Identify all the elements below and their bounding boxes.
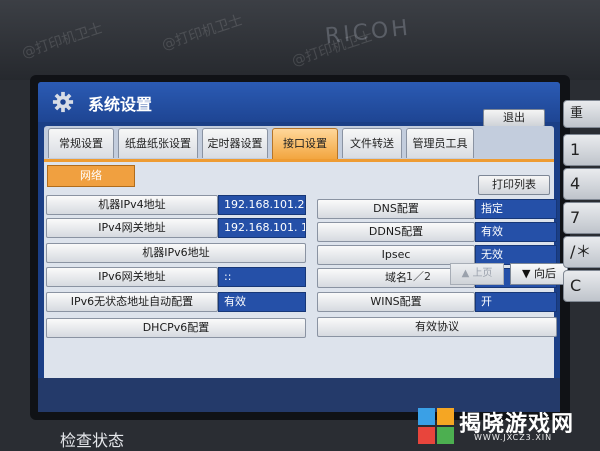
tab-general-settings[interactable]: 常规设置	[48, 128, 114, 158]
print-list-button[interactable]: 打印列表	[478, 175, 550, 195]
touch-screen: 系统设置 退出 常规设置 纸盘纸张设置 定时器设置 接口设置 文件转送 管理员工…	[38, 82, 560, 412]
key-slash-star[interactable]: /＊	[563, 236, 600, 268]
ipv6-address-button[interactable]: 机器IPv6地址	[46, 243, 306, 263]
key-4[interactable]: 4	[563, 168, 600, 200]
next-page-button[interactable]: ▼ 向后	[510, 263, 568, 285]
triangle-up-icon: ▲	[461, 268, 473, 279]
gear-icon	[52, 91, 74, 113]
ipsec-value: 无效	[475, 245, 557, 265]
title-bar: 系统设置	[38, 82, 560, 122]
key-7[interactable]: 7	[563, 202, 600, 234]
ipv6-stateless-autoconfig-value: 有效	[218, 292, 306, 312]
ddns-config-button[interactable]: DDNS配置	[317, 222, 475, 242]
dns-config-button[interactable]: DNS配置	[317, 199, 475, 219]
key-clear[interactable]: C	[563, 270, 600, 302]
tab-interface-settings[interactable]: 接口设置	[272, 128, 338, 160]
logo-url: WWW.JXCZ3.XIN	[474, 433, 553, 442]
tab-administrator-tools[interactable]: 管理员工具	[406, 128, 474, 158]
dhcpv6-config-button[interactable]: DHCPv6配置	[46, 318, 306, 338]
tab-tray-paper-settings[interactable]: 纸盘纸张设置	[118, 128, 198, 158]
exit-button[interactable]: 退出	[483, 109, 545, 127]
tab-file-transfer[interactable]: 文件转送	[342, 128, 402, 158]
ipv6-gateway-value: ::	[218, 267, 306, 287]
puzzle-logo-icon	[418, 408, 454, 444]
triangle-down-icon: ▼	[522, 267, 534, 280]
next-page-label: 向后	[533, 267, 556, 280]
ipv6-gateway-button[interactable]: IPv6网关地址	[46, 267, 218, 287]
ipsec-button[interactable]: Ipsec	[317, 245, 475, 265]
valid-protocol-button[interactable]: 有效协议	[317, 317, 557, 337]
site-logo: 揭晓游戏网 WWW.JXCZ3.XIN	[412, 402, 600, 450]
previous-page-button[interactable]: ▲ 上页	[450, 263, 504, 285]
ipv4-address-button[interactable]: 机器IPv4地址	[46, 195, 218, 215]
check-status-label[interactable]: 检查状态	[60, 427, 124, 451]
dns-config-value: 指定	[475, 199, 557, 219]
key-reset[interactable]: 重	[563, 100, 600, 128]
wins-config-button[interactable]: WINS配置	[317, 292, 475, 312]
tab-bar: 常规设置 纸盘纸张设置 定时器设置 接口设置 文件转送 管理员工具	[44, 128, 554, 160]
key-1[interactable]: 1	[563, 134, 600, 166]
ipv4-gateway-value: 192.168.101. 1	[218, 218, 306, 238]
ddns-config-value: 有效	[475, 222, 557, 242]
previous-page-label: 上页	[472, 268, 493, 279]
ipv6-stateless-autoconfig-button[interactable]: IPv6无状态地址自动配置	[46, 292, 218, 312]
page-title: 系统设置	[88, 95, 153, 114]
network-section-label: 网络	[47, 165, 135, 187]
ipv4-gateway-button[interactable]: IPv4网关地址	[46, 218, 218, 238]
wins-config-value: 开	[475, 292, 557, 312]
page-indicator: 1／2	[406, 270, 431, 283]
ipv4-address-value: 192.168.101.251	[218, 195, 306, 215]
tab-timer-settings[interactable]: 定时器设置	[202, 128, 268, 158]
